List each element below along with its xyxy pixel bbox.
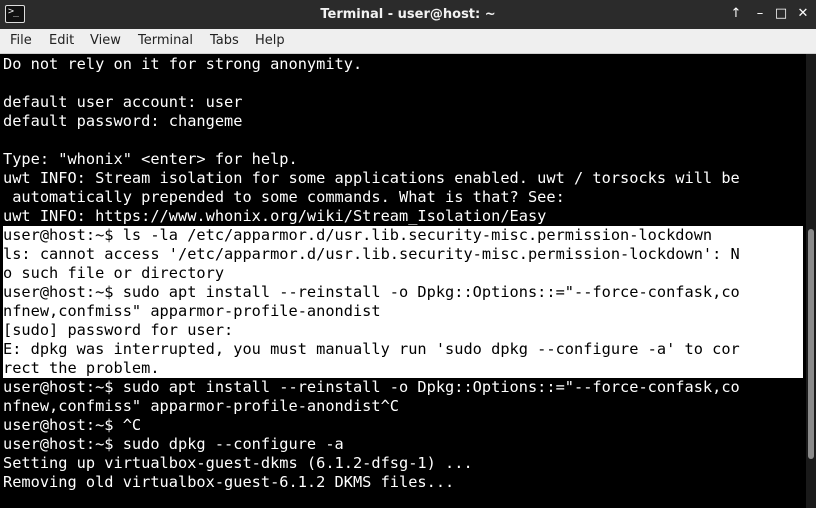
vertical-scrollbar[interactable] <box>806 54 816 508</box>
window-title: Terminal - user@host: ~ <box>320 7 496 22</box>
menu-tabs[interactable]: Tabs <box>210 33 239 48</box>
window-close-icon[interactable]: ✕ <box>795 6 811 22</box>
menu-terminal[interactable]: Terminal <box>138 33 193 48</box>
menu-file[interactable]: File <box>10 33 32 48</box>
terminal-line-selected: [sudo] password for user: <box>3 321 803 340</box>
terminal-line-selected: nfnew,confmiss" apparmor-profile-anondis… <box>3 302 803 321</box>
terminal-line: user@host:~$ ^C <box>3 416 142 434</box>
terminal-line-selected: o such file or directory <box>3 264 803 283</box>
menu-edit[interactable]: Edit <box>49 33 74 48</box>
terminal-line: Do not rely on it for strong anonymity. <box>3 55 363 73</box>
terminal-line-selected: user@host:~$ sudo apt install --reinstal… <box>3 283 803 302</box>
window-up-arrow-icon[interactable]: ↑ <box>728 6 744 22</box>
terminal-line: default user account: user <box>3 93 243 111</box>
window-maximize-icon[interactable]: □ <box>773 6 789 22</box>
window-titlebar[interactable]: >_ Terminal - user@host: ~ ↑ – □ ✕ <box>0 0 816 29</box>
terminal-line: user@host:~$ sudo dpkg --configure -a <box>3 435 344 453</box>
terminal-line-selected: user@host:~$ ls -la /etc/apparmor.d/usr.… <box>3 226 803 245</box>
terminal-line: automatically prepended to some commands… <box>3 188 565 206</box>
scrollbar-thumb[interactable] <box>808 229 814 459</box>
terminal-line: Setting up virtualbox-guest-dkms (6.1.2-… <box>3 454 473 472</box>
terminal-line: nfnew,confmiss" apparmor-profile-anondis… <box>3 397 400 415</box>
menu-help[interactable]: Help <box>255 33 285 48</box>
menu-bar: File Edit View Terminal Tabs Help <box>0 29 816 54</box>
terminal-line: Type: "whonix" <enter> for help. <box>3 150 298 168</box>
terminal-line: uwt INFO: Stream isolation for some appl… <box>3 169 740 187</box>
terminal-line: Removing old virtualbox-guest-6.1.2 DKMS… <box>3 473 455 491</box>
terminal-line: uwt INFO: https://www.whonix.org/wiki/St… <box>3 207 547 225</box>
terminal-line-selected: rect the problem. <box>3 359 803 378</box>
terminal-line: default password: changeme <box>3 112 243 130</box>
terminal-line-selected: E: dpkg was interrupted, you must manual… <box>3 340 803 359</box>
terminal-output[interactable]: Do not rely on it for strong anonymity. d… <box>0 54 806 508</box>
menu-view[interactable]: View <box>90 33 121 48</box>
window-minimize-icon[interactable]: – <box>752 6 768 22</box>
terminal-line-selected: ls: cannot access '/etc/apparmor.d/usr.l… <box>3 245 803 264</box>
terminal-line: user@host:~$ sudo apt install --reinstal… <box>3 378 740 396</box>
